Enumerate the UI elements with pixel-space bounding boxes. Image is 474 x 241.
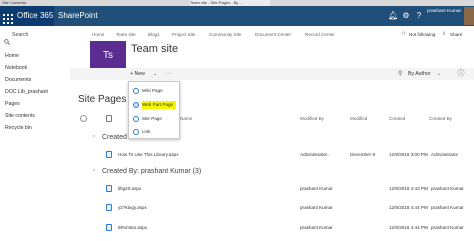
topnav-project-site[interactable]: Project Site xyxy=(172,31,202,38)
topnav-document-center[interactable]: Document Center xyxy=(255,31,297,38)
menu-item-link[interactable]: Link xyxy=(142,128,176,136)
site-page-icon xyxy=(133,116,139,122)
nav-item-recycle-bin[interactable]: Recycle bin xyxy=(5,124,67,132)
cell-created: 12/9/2016 3:00 PM xyxy=(389,152,428,157)
star-icon[interactable]: ☆ xyxy=(401,31,408,38)
brand-office365[interactable]: Office 365 xyxy=(17,10,53,22)
chevron-down-icon[interactable]: ⌄ xyxy=(153,69,159,79)
file-name-link[interactable]: 5Rvm5io.aspx xyxy=(118,224,178,231)
header-modified[interactable]: Modified xyxy=(350,115,380,122)
group-collapse-icon[interactable]: ⌃ xyxy=(92,134,98,142)
nav-item-doc-lib[interactable]: DOC Lib_prashant xyxy=(5,88,67,96)
aspx-file-icon xyxy=(106,185,112,192)
share-icon[interactable]: ⇪ xyxy=(442,31,449,38)
header-modified-by[interactable]: Modified By xyxy=(300,115,336,122)
topnav-team-site[interactable]: Team site xyxy=(116,31,140,38)
header-created-by[interactable]: Created By xyxy=(429,115,463,122)
cell-modified: December 9 xyxy=(350,152,376,157)
cell-modified-by[interactable]: prashant Kumar xyxy=(300,224,344,231)
more-commands-button[interactable]: ··· xyxy=(166,69,178,79)
aspx-file-icon xyxy=(106,151,112,158)
nav-item-site-contents[interactable]: Site contents xyxy=(5,112,67,120)
wiki-page-icon xyxy=(133,88,139,94)
menu-item-wiki-page[interactable]: Wiki Page xyxy=(142,87,176,95)
file-name-link[interactable]: How To Use This Library.aspx xyxy=(118,151,218,158)
site-title[interactable]: Team site xyxy=(131,42,211,56)
cell-created: 12/9/2016 4:43 PM xyxy=(389,186,428,191)
cell-created: 12/9/2016 4:44 PM xyxy=(389,225,428,230)
file-name-link[interactable]: tiltg20.aspx xyxy=(118,185,178,192)
nav-item-notebook[interactable]: Notebook xyxy=(5,64,67,72)
sort-chevron-icon[interactable]: ⌄ xyxy=(437,69,443,79)
search-input[interactable]: Search xyxy=(12,31,62,39)
link-icon xyxy=(133,129,139,135)
share-button[interactable]: Share xyxy=(450,31,470,38)
header-name[interactable]: Name xyxy=(180,115,200,122)
cell-created: 12/9/2016 4:44 PM xyxy=(389,205,428,210)
help-icon[interactable]: ? xyxy=(414,10,424,22)
notifications-icon[interactable]: 🔔︎ xyxy=(388,10,398,22)
not-following-button[interactable]: Not following xyxy=(409,31,439,38)
file-type-icon xyxy=(106,115,112,122)
cell-created-by[interactable]: prashant Kumar xyxy=(431,224,471,231)
group-label[interactable]: Created By: prashant Kumar (3) xyxy=(102,167,212,177)
aspx-file-icon xyxy=(106,224,112,231)
user-name[interactable]: prashant Kumar xyxy=(427,8,463,16)
cell-created-by[interactable]: prashant Kumar xyxy=(431,204,471,211)
aspx-file-icon xyxy=(106,204,112,211)
cell-modified-by[interactable]: Administrator... xyxy=(300,151,344,158)
topnav-record-center[interactable]: Record Center xyxy=(305,31,341,38)
app-sharepoint[interactable]: SharePoint xyxy=(58,10,118,22)
nav-item-pages[interactable]: Pages xyxy=(5,100,67,108)
settings-icon[interactable]: ⚙ xyxy=(401,10,411,22)
menu-item-web-part-page[interactable]: Web Part Page xyxy=(142,101,176,109)
cell-modified-by[interactable]: prashant Kumar xyxy=(300,204,344,211)
cell-modified-by[interactable]: prashant Kumar xyxy=(300,185,344,192)
select-all-checkbox[interactable] xyxy=(80,115,87,122)
cell-created-by[interactable]: Administrator xyxy=(431,151,471,158)
cell-created-by[interactable]: prashant Kumar xyxy=(431,185,471,192)
topnav-community-site[interactable]: Community Site xyxy=(209,31,247,38)
nav-item-documents[interactable]: Documents xyxy=(5,76,67,84)
filter-icon[interactable]: ⚲ xyxy=(398,70,406,78)
header-created[interactable]: Created xyxy=(389,115,417,122)
topnav-blog1[interactable]: Blog1 xyxy=(148,31,162,38)
app-launcher-icon[interactable] xyxy=(3,11,13,24)
avatar[interactable] xyxy=(464,7,474,25)
nav-item-home[interactable]: Home xyxy=(5,52,67,60)
menu-item-site-page[interactable]: Site Page xyxy=(142,115,176,123)
file-name-link[interactable]: y2?ktxgy.aspx xyxy=(118,204,178,211)
topnav-home[interactable]: Home xyxy=(92,31,108,38)
info-icon[interactable]: ⓘ xyxy=(456,69,466,79)
group-collapse-icon[interactable]: ⌃ xyxy=(92,168,98,176)
site-logo-text: Ts xyxy=(103,50,113,61)
web-part-page-icon xyxy=(133,102,139,108)
search-icon xyxy=(4,32,10,45)
